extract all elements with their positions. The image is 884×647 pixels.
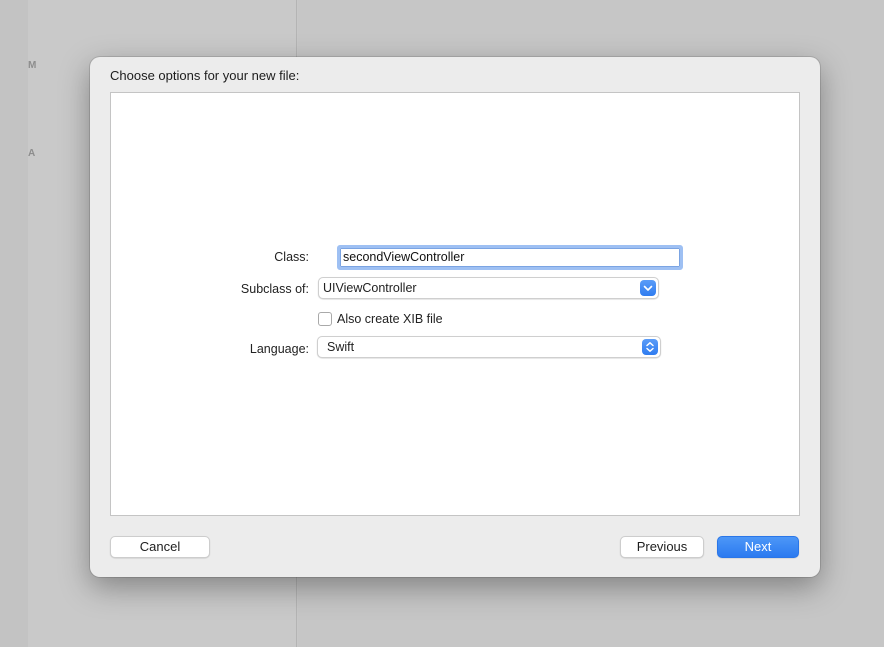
- class-name-field[interactable]: secondViewController: [337, 245, 683, 270]
- new-file-options-sheet: Choose options for your new file: Class:…: [90, 57, 820, 577]
- language-popup[interactable]: Swift: [317, 336, 661, 358]
- language-value: Swift: [327, 340, 355, 354]
- class-label: Class:: [274, 250, 309, 264]
- up-down-chevron-icon: [642, 339, 658, 355]
- subclass-value: UIViewController: [323, 281, 417, 295]
- window-edge: [0, 0, 28, 647]
- sidebar-letter-m: M: [28, 60, 37, 71]
- sidebar-letter-a: A: [28, 148, 36, 159]
- subclass-label: Subclass of:: [240, 282, 309, 296]
- previous-button[interactable]: Previous: [620, 536, 704, 558]
- xib-checkbox[interactable]: [318, 312, 332, 326]
- chevron-down-icon: [640, 280, 656, 296]
- options-panel: Class: secondViewController Subclass of:…: [110, 92, 800, 516]
- class-name-value: secondViewController: [340, 248, 680, 267]
- subclass-popup[interactable]: UIViewController: [318, 277, 659, 299]
- xib-checkbox-label: Also create XIB file: [337, 312, 443, 326]
- sheet-title: Choose options for your new file:: [110, 68, 300, 83]
- cancel-button[interactable]: Cancel: [110, 536, 210, 558]
- language-label: Language:: [249, 342, 309, 356]
- next-button[interactable]: Next: [717, 536, 799, 558]
